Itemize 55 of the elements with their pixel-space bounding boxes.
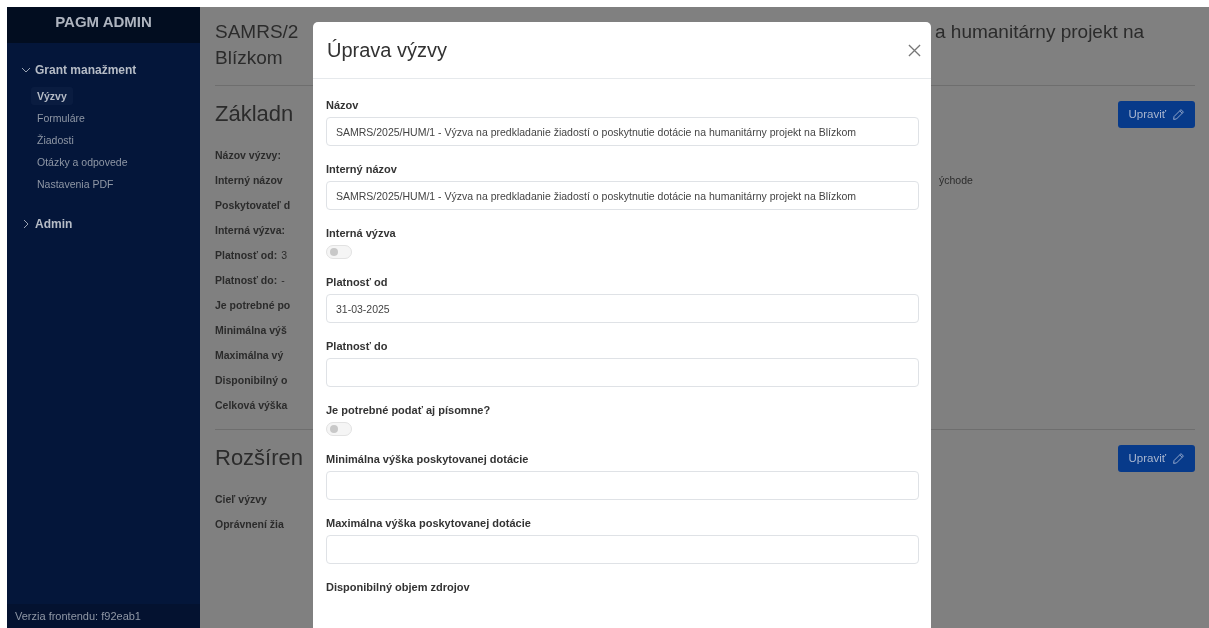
field-label: Maximálna vý bbox=[215, 348, 284, 361]
field-label: Platnosť do bbox=[326, 340, 389, 352]
nav-group[interactable]: Admin bbox=[19, 213, 188, 235]
nav-item[interactable]: Žiadosti bbox=[31, 131, 80, 149]
field-label: Platnosť od: bbox=[215, 248, 278, 261]
nav-item[interactable]: Výzvy bbox=[31, 87, 73, 105]
field-label: Minimálna výška poskytovanej dotácie bbox=[326, 453, 530, 465]
version-text: Verzia frontendu: f92eab1 bbox=[7, 604, 200, 628]
field-label: Interná výzva bbox=[326, 227, 397, 239]
chevron-icon bbox=[21, 219, 31, 229]
field-label: Cieľ výzvy bbox=[215, 492, 267, 505]
nav-item[interactable]: Formuláre bbox=[31, 109, 91, 127]
section-title: Základn bbox=[215, 101, 294, 126]
input-field[interactable]: SAMRS/2025/HUM/1 - Výzva na predkladanie žiadostí o poskytnutie dotácie na humanitárny projekt na Blízkom bbox=[326, 117, 919, 146]
field-label: Názov výzvy: bbox=[215, 148, 281, 161]
input-field[interactable] bbox=[326, 535, 919, 564]
field-label: Interná výzva: bbox=[215, 223, 286, 236]
field-label: Interný názov bbox=[215, 173, 283, 186]
toggle-switch[interactable] bbox=[326, 422, 352, 436]
chevron-icon bbox=[21, 65, 31, 75]
field-label: Minimálna výš bbox=[215, 323, 287, 336]
page-title: a humanitárny projekt na bbox=[935, 21, 1145, 42]
pencil-icon bbox=[1172, 451, 1185, 465]
field-label: Disponibilný objem zdrojov bbox=[326, 581, 471, 593]
field-value: - bbox=[281, 273, 285, 286]
edit-button[interactable]: Upraviť bbox=[1118, 100, 1195, 128]
page-title: SAMRS/2 bbox=[215, 21, 299, 42]
pencil-icon bbox=[1172, 107, 1185, 121]
field-value: ýchode bbox=[939, 173, 973, 186]
field-label: Oprávnení žia bbox=[215, 517, 284, 530]
input-field[interactable]: 31-03-2025 bbox=[326, 294, 919, 323]
field-label: Celková výška bbox=[215, 398, 288, 411]
field-label: Disponibilný o bbox=[215, 373, 288, 386]
field-value: 3 bbox=[281, 248, 288, 261]
field-label: Názov bbox=[326, 99, 360, 111]
field-label: Platnosť do: bbox=[215, 273, 278, 286]
section-title: Rozšíren bbox=[215, 445, 304, 470]
input-field[interactable]: SAMRS/2025/HUM/1 - Výzva na predkladanie žiadostí o poskytnutie dotácie na humanitárny projekt na Blízkom bbox=[326, 181, 919, 210]
close-icon[interactable] bbox=[908, 43, 921, 57]
nav-group[interactable]: Grant manažment bbox=[19, 59, 188, 81]
nav-item[interactable]: Otázky a odpovede bbox=[31, 153, 134, 171]
field-label: Je potrebné po bbox=[215, 298, 291, 311]
app-title: PAGM ADMIN bbox=[7, 7, 200, 43]
dialog-title: Úprava výzvy bbox=[327, 38, 448, 62]
edit-button[interactable]: Upraviť bbox=[1118, 444, 1195, 472]
field-label: Je potrebné podať aj písomne? bbox=[326, 404, 492, 416]
field-label: Platnosť od bbox=[326, 276, 389, 288]
field-label: Poskytovateľ d bbox=[215, 198, 291, 211]
nav-item[interactable]: Nastavenia PDF bbox=[31, 175, 120, 193]
toggle-switch[interactable] bbox=[326, 245, 352, 259]
field-label: Maximálna výška poskytovanej dotácie bbox=[326, 517, 532, 529]
page-title: Blízkom bbox=[215, 47, 283, 68]
field-label: Interný názov bbox=[326, 163, 398, 175]
input-field[interactable] bbox=[326, 358, 919, 387]
input-field[interactable] bbox=[326, 471, 919, 500]
